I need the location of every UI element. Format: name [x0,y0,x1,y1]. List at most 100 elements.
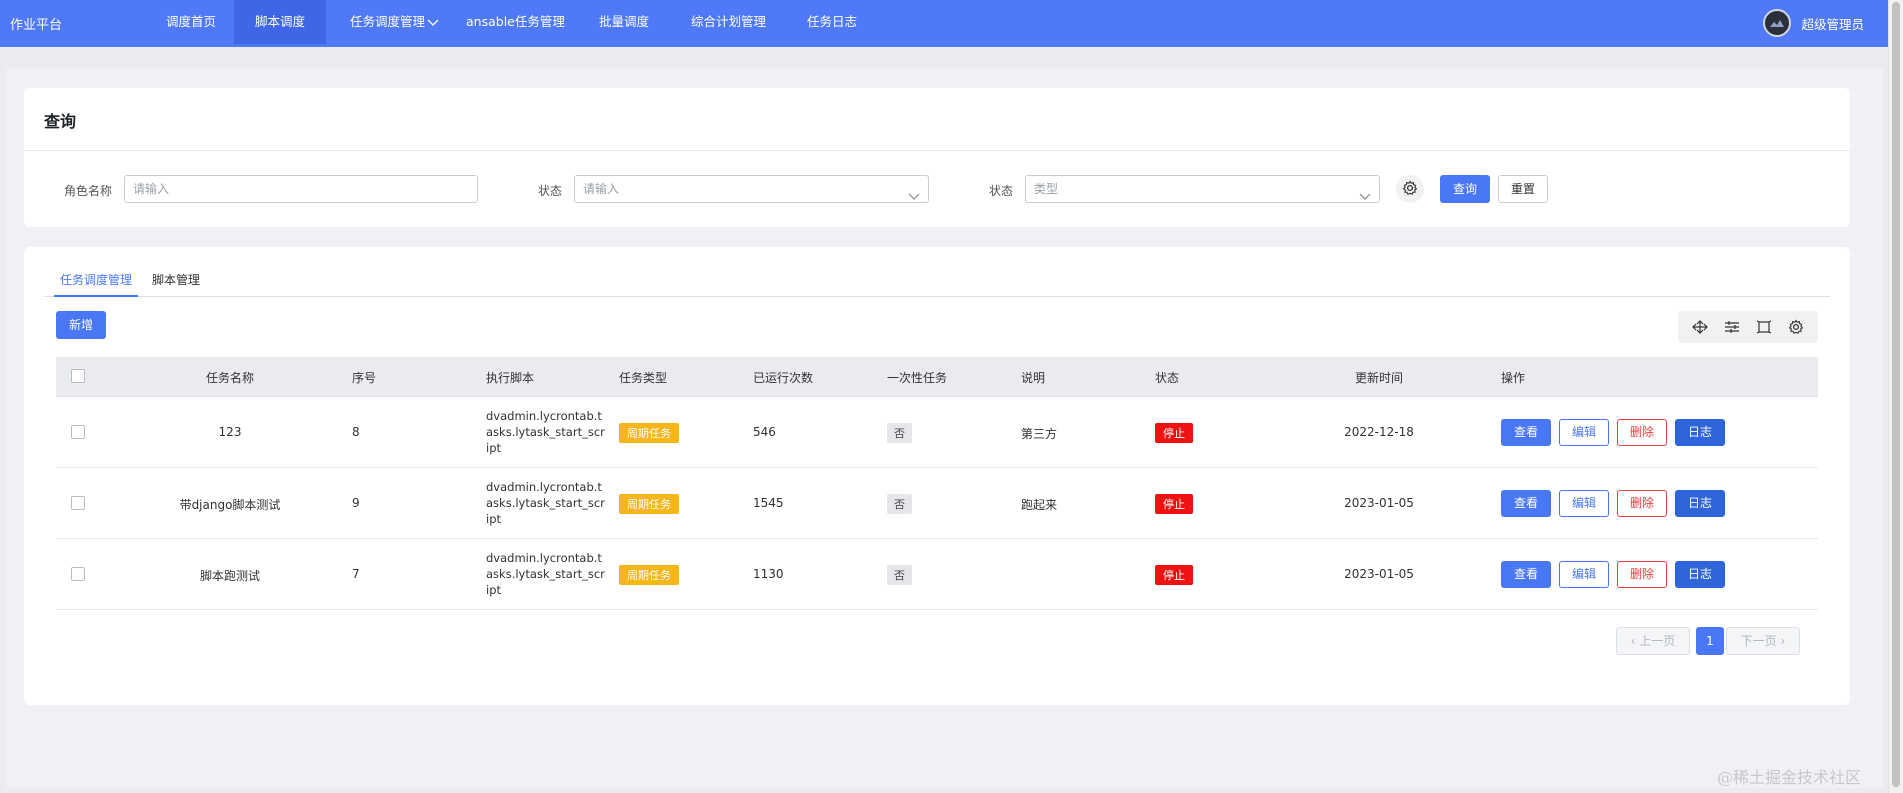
tab-task-dispatch-mgmt[interactable]: 任务调度管理 [54,271,138,297]
nav-item-plan-mgmt[interactable]: 综合计划管理 [691,0,766,44]
view-button[interactable]: 查看 [1501,419,1551,446]
edit-button[interactable]: 编辑 [1559,490,1609,517]
nav-item-script-dispatch[interactable]: 脚本调度 [234,0,326,44]
edit-button[interactable]: 编辑 [1559,561,1609,588]
updated-date: 2022-12-18 [1344,425,1414,439]
divider [24,150,1850,151]
delete-button[interactable]: 删除 [1617,490,1667,517]
nav-item-ansable-task-mgmt[interactable]: ansable任务管理 [466,0,565,44]
task-name: 123 [218,425,242,439]
select-all-checkbox[interactable] [71,369,85,383]
log-button[interactable]: 日志 [1675,490,1725,517]
updated-date: 2023-01-05 [1344,567,1414,581]
table-header: 任务名称 序号 执行脚本 任务类型 已运行次数 一次性任务 说明 状态 更新时间… [56,357,1818,397]
view-button[interactable]: 查看 [1501,490,1551,517]
type-status-label: 状态 [989,184,1014,198]
brand-title: 作业平台 [10,18,63,33]
log-button[interactable]: 日志 [1675,561,1725,588]
col-script: 执行脚本 [486,371,535,385]
task-type-tag: 周期任务 [619,565,679,585]
seq: 7 [352,567,360,581]
col-seq: 序号 [352,371,377,385]
type-select[interactable]: 类型 [1025,175,1380,203]
col-one-time: 一次性任务 [887,371,948,385]
task-name: 带django脚本测试 [179,498,281,512]
density-icon[interactable] [1692,320,1708,334]
col-task-name: 任务名称 [206,371,255,385]
seq: 9 [352,496,360,510]
task-type-tag: 周期任务 [619,494,679,514]
query-title: 查询 [44,112,77,131]
one-time-tag: 否 [887,494,912,514]
query-card: 查询 角色名称 请输入 状态 请输入 状态 类型 查询 重置 [24,88,1850,227]
next-page-button[interactable]: 下一页 › [1726,627,1800,655]
tab-bar: 任务调度管理 脚本管理 [44,271,1830,297]
status-placeholder: 请输入 [583,182,620,196]
log-button[interactable]: 日志 [1675,419,1725,446]
col-status: 状态 [1155,371,1180,385]
status-label: 状态 [538,184,563,198]
edit-button[interactable]: 编辑 [1559,419,1609,446]
table-card: 任务调度管理 脚本管理 新增 任务名称 序号 执行脚本 任务类型 已运行次数 一… [24,247,1850,705]
chevron-left-icon: ‹ [1630,634,1640,648]
description: 跑起来 [1021,498,1058,512]
updated-date: 2023-01-05 [1344,496,1414,510]
status-badge: 停止 [1155,565,1193,585]
description: 第三方 [1021,427,1058,441]
col-task-type: 任务类型 [619,371,668,385]
prev-label: 上一页 [1639,634,1676,648]
fullscreen-icon[interactable] [1756,320,1772,334]
settings-button[interactable] [1396,175,1424,203]
nav-item-dispatch-home[interactable]: 调度首页 [166,0,216,44]
delete-button[interactable]: 删除 [1617,561,1667,588]
table-row: 123 8 dvadmin.lycrontab.tasks.lytask_sta… [56,397,1818,468]
tab-script-mgmt[interactable]: 脚本管理 [152,271,200,297]
one-time-tag: 否 [887,565,912,585]
chevron-down-icon [427,1,439,45]
task-type-tag: 周期任务 [619,423,679,443]
one-time-tag: 否 [887,423,912,443]
watermark: @稀土掘金技术社区 [1716,768,1861,787]
delete-button[interactable]: 删除 [1617,419,1667,446]
column-settings-icon[interactable] [1724,320,1740,334]
status-badge: 停止 [1155,423,1193,443]
row-checkbox[interactable] [71,496,85,510]
page-number-current[interactable]: 1 [1696,627,1724,655]
search-button[interactable]: 查询 [1440,175,1490,203]
script: dvadmin.lycrontab.tasks.lytask_start_scr… [486,409,605,455]
top-nav: 作业平台 调度首页 脚本调度 任务调度管理 ansable任务管理 批量调度 综… [0,0,1888,47]
status-select[interactable]: 请输入 [574,175,929,203]
role-name-input[interactable]: 请输入 [124,175,478,203]
col-description: 说明 [1021,371,1046,385]
nav-item-task-log[interactable]: 任务日志 [807,0,857,44]
task-name: 脚本跑测试 [199,569,261,583]
table-row: 带django脚本测试 9 dvadmin.lycrontab.tasks.ly… [56,468,1818,539]
col-actions: 操作 [1501,371,1526,385]
nav-item-label: 任务调度管理 [350,14,426,29]
prev-page-button[interactable]: ‹ 上一页 [1616,627,1690,655]
script: dvadmin.lycrontab.tasks.lytask_start_scr… [486,480,605,526]
col-run-count: 已运行次数 [753,371,814,385]
col-updated: 更新时间 [1355,371,1404,385]
user-menu[interactable]: 超级管理员 [1763,9,1864,37]
role-name-label: 角色名称 [64,184,113,198]
reset-button[interactable]: 重置 [1498,175,1548,203]
vertical-scrollbar[interactable] [1888,0,1903,793]
chevron-right-icon: › [1776,634,1786,648]
nav-item-task-dispatch-mgmt[interactable]: 任务调度管理 [350,0,439,44]
nav-item-batch-dispatch[interactable]: 批量调度 [599,0,649,44]
scrollbar-thumb[interactable] [1892,2,1900,787]
view-button[interactable]: 查看 [1501,561,1551,588]
next-label: 下一页 [1740,634,1777,648]
table-row: 脚本跑测试 7 dvadmin.lycrontab.tasks.lytask_s… [56,539,1818,610]
seq: 8 [352,425,360,439]
role-name-placeholder: 请输入 [133,182,170,196]
row-checkbox[interactable] [71,425,85,439]
add-button[interactable]: 新增 [56,311,106,339]
chevron-down-icon [1359,184,1371,210]
gear-icon [1402,180,1418,199]
gear-icon[interactable] [1788,319,1804,335]
row-checkbox[interactable] [71,567,85,581]
run-count: 546 [753,425,776,439]
chevron-down-icon [908,184,920,210]
